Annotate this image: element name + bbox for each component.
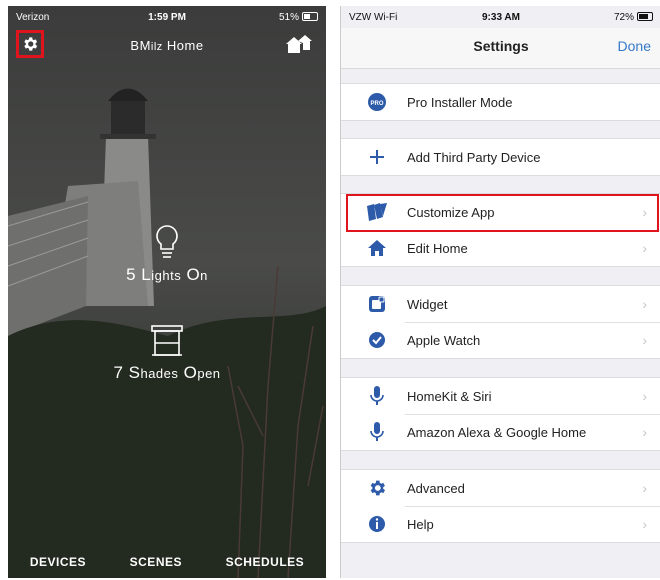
home-title: BMilz Home <box>130 38 204 53</box>
shades-open-label: 7 Shades Open <box>113 363 221 382</box>
bottom-tab-bar: DEVICES SCENES SCHEDULES <box>8 546 326 578</box>
shade-icon <box>151 325 183 356</box>
navigation-bar: Settings Done <box>341 28 660 69</box>
chevron-right-icon: › <box>642 516 647 532</box>
row-pro-installer-mode[interactable]: PRO Pro Installer Mode <box>341 84 660 120</box>
page-title: Settings <box>473 38 529 54</box>
row-add-third-party-device[interactable]: Add Third Party Device <box>341 139 660 175</box>
row-alexa-google-home[interactable]: Amazon Alexa & Google Home › <box>341 414 660 450</box>
done-button[interactable]: Done <box>618 38 651 54</box>
gear-icon <box>366 477 388 499</box>
settings-group: Add Third Party Device <box>341 138 660 176</box>
clock: 1:59 PM <box>148 11 186 23</box>
homes-button[interactable] <box>286 34 312 59</box>
row-advanced[interactable]: Advanced › <box>341 470 660 506</box>
lights-tile[interactable]: 5 Lights On <box>8 224 326 285</box>
microphone-icon <box>366 385 388 407</box>
row-homekit-siri[interactable]: HomeKit & Siri › <box>341 378 660 414</box>
settings-screen: VZW Wi-Fi 9:33 AM 72% Settings Done PRO … <box>340 6 660 578</box>
carrier-label: Verizon <box>16 11 50 23</box>
tab-schedules[interactable]: SCHEDULES <box>226 555 305 569</box>
shades-tile[interactable]: 7 Shades Open <box>8 324 326 383</box>
house-icon <box>366 237 388 259</box>
houses-icon <box>286 35 312 53</box>
microphone-icon <box>366 421 388 443</box>
settings-group: PRO Pro Installer Mode <box>341 83 660 121</box>
chevron-right-icon: › <box>642 424 647 440</box>
highlight-box <box>346 194 659 232</box>
battery-indicator: 51% <box>217 12 319 23</box>
pro-icon: PRO <box>366 91 388 113</box>
info-icon <box>366 513 388 535</box>
row-help[interactable]: Help › <box>341 506 660 542</box>
row-label: Widget <box>407 296 448 312</box>
widget-icon <box>366 293 388 315</box>
row-label: Add Third Party Device <box>407 149 541 165</box>
chevron-right-icon: › <box>642 240 647 256</box>
settings-group: Widget › Apple Watch › <box>341 285 660 359</box>
row-label: Advanced <box>407 480 465 496</box>
status-bar: Verizon 1:59 PM 51% <box>8 6 326 28</box>
status-bar: VZW Wi-Fi 9:33 AM 72% <box>341 6 660 28</box>
settings-group: HomeKit & Siri › Amazon Alexa & Google H… <box>341 377 660 451</box>
settings-group: Advanced › Help › <box>341 469 660 543</box>
battery-icon <box>636 12 653 22</box>
lightbulb-icon <box>156 225 178 258</box>
check-circle-icon <box>366 329 388 351</box>
chevron-right-icon: › <box>642 480 647 496</box>
row-label: HomeKit & Siri <box>407 388 492 404</box>
row-label: Edit Home <box>407 240 468 256</box>
carrier-label: VZW Wi-Fi <box>349 11 398 23</box>
chevron-right-icon: › <box>642 332 647 348</box>
row-label: Apple Watch <box>407 332 481 348</box>
row-label: Pro Installer Mode <box>407 94 513 110</box>
chevron-right-icon: › <box>642 388 647 404</box>
chevron-right-icon: › <box>642 296 647 312</box>
tab-scenes[interactable]: SCENES <box>130 555 182 569</box>
battery-indicator: 72% <box>552 12 653 23</box>
plus-icon <box>366 146 388 168</box>
lighthouse-background <box>8 6 326 578</box>
svg-text:PRO: PRO <box>370 101 383 107</box>
row-apple-watch[interactable]: Apple Watch › <box>341 322 660 358</box>
row-widget[interactable]: Widget › <box>341 286 660 322</box>
battery-icon <box>302 12 319 22</box>
lights-on-label: 5 Lights On <box>126 265 208 284</box>
row-label: Help <box>407 516 434 532</box>
clock: 9:33 AM <box>482 11 520 23</box>
home-screen: Verizon 1:59 PM 51% BMilz Home 5 Lights … <box>8 6 326 578</box>
row-edit-home[interactable]: Edit Home › <box>341 230 660 266</box>
row-label: Amazon Alexa & Google Home <box>407 424 587 440</box>
tab-devices[interactable]: DEVICES <box>30 555 86 569</box>
